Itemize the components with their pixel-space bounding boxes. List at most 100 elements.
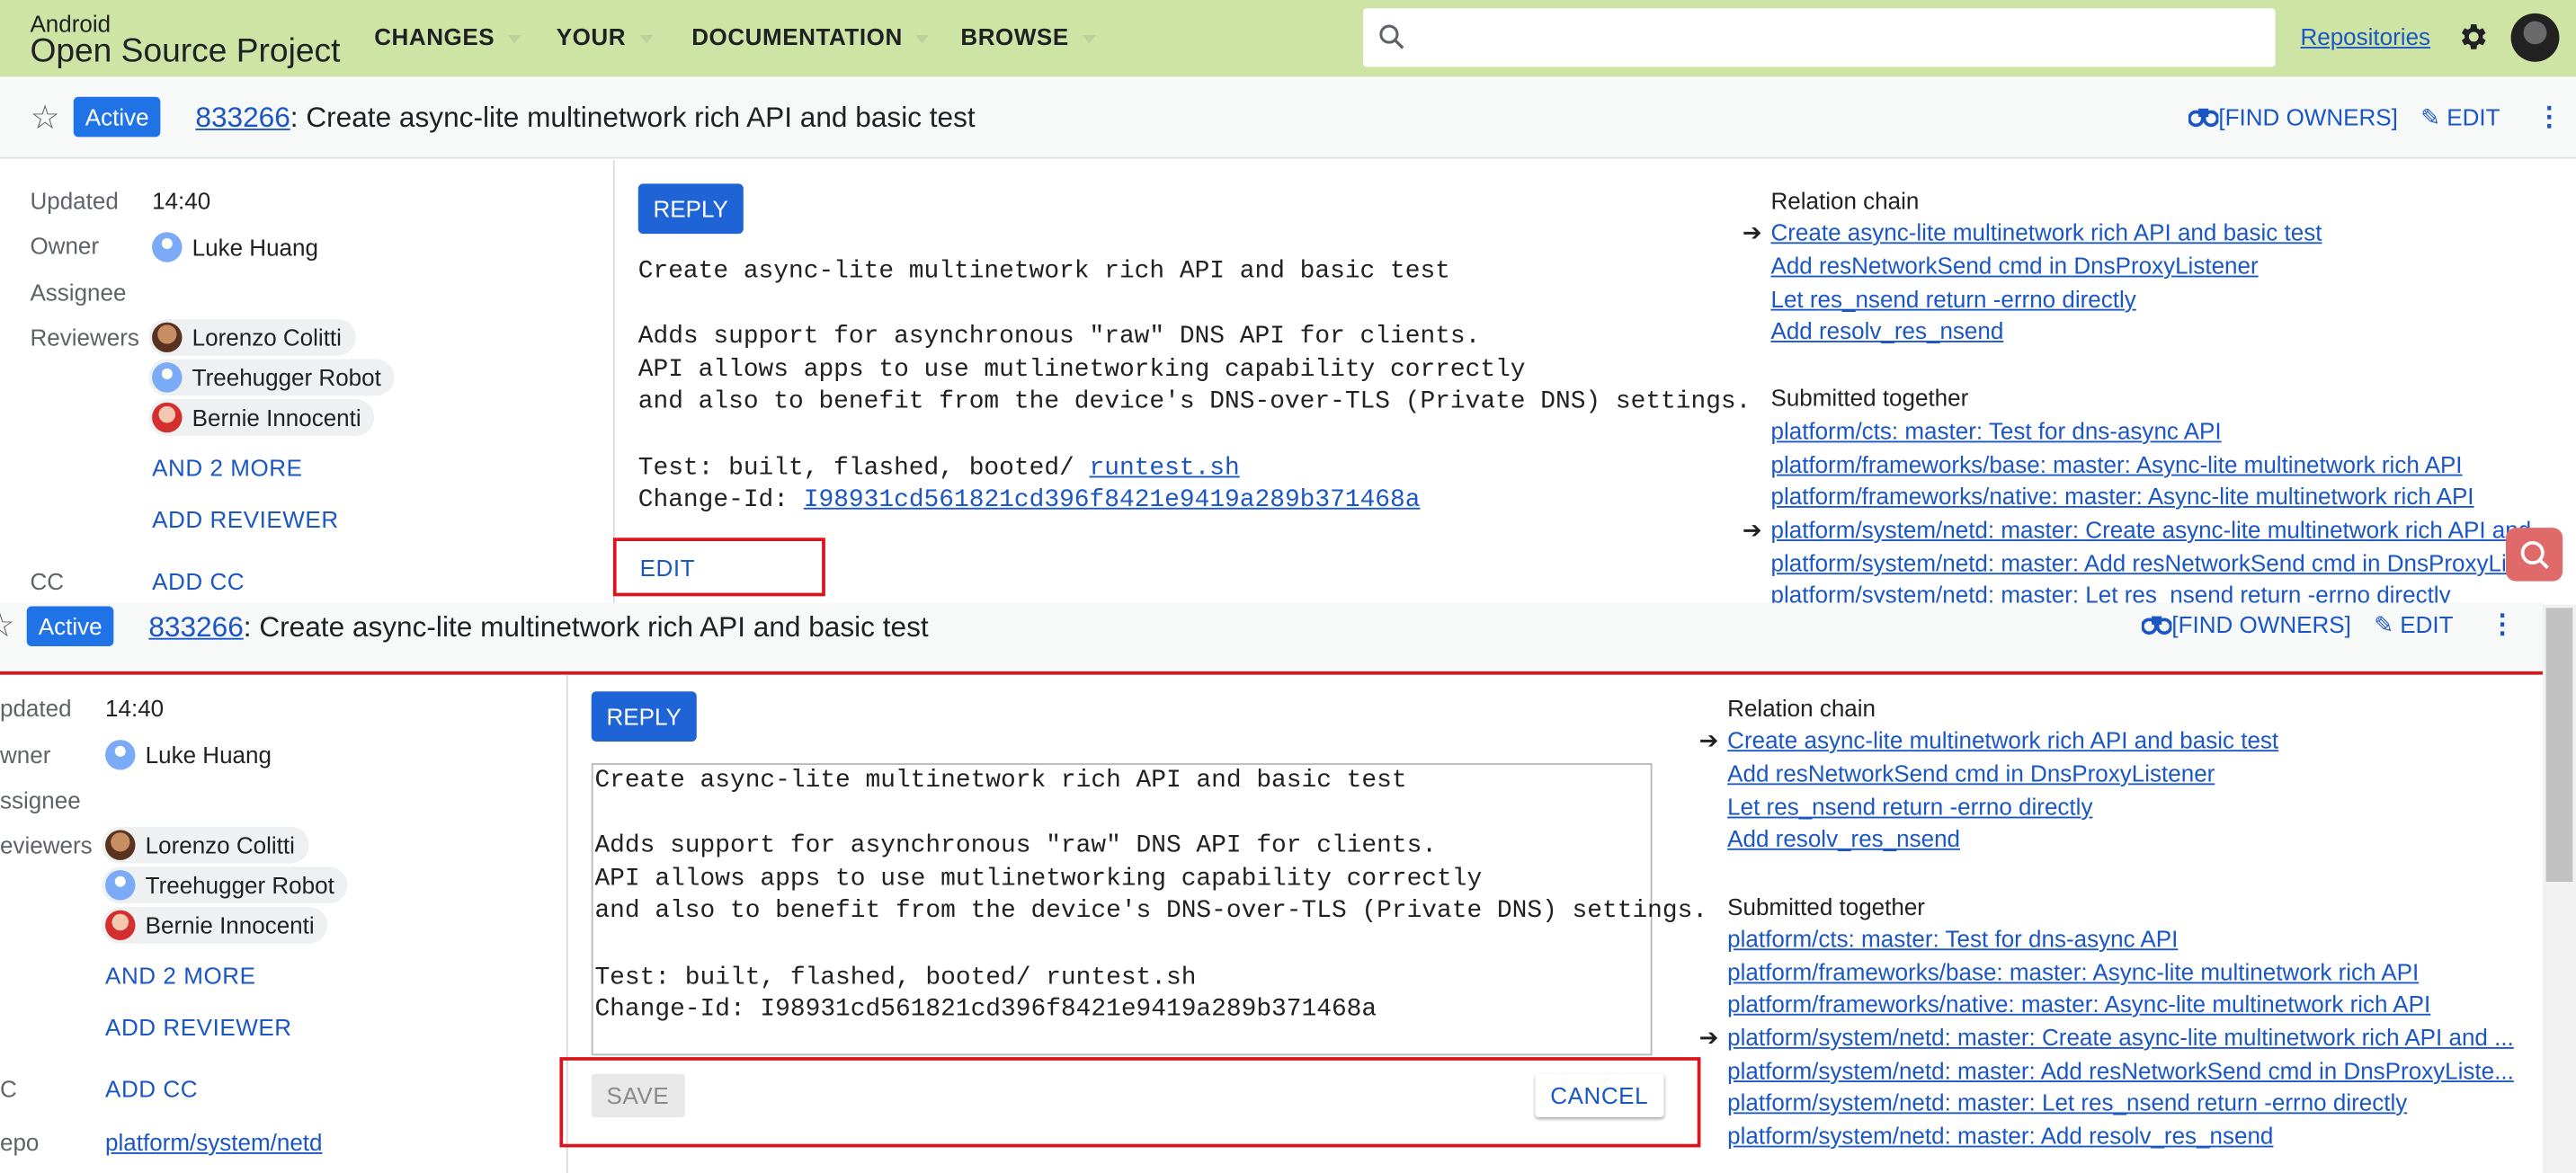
search-icon[interactable]	[2506, 528, 2563, 582]
reply-button[interactable]: REPLY	[637, 183, 744, 235]
relation-item[interactable]: Add resolv_res_nsend	[1727, 825, 1960, 852]
arrow-right-icon: ➔	[1742, 516, 1762, 543]
runtest-link[interactable]: runtest.sh	[1090, 454, 1240, 483]
relation-item[interactable]: Let res_nsend return -errno directly	[1727, 794, 2092, 821]
nav-your-label: YOUR	[556, 23, 627, 50]
submitted-together-heading: Submitted together	[1770, 384, 1969, 412]
nav-documentation[interactable]: DOCUMENTATION	[691, 23, 930, 50]
reviewer-chip[interactable]: Bernie Innocenti	[102, 906, 328, 944]
reviewers-label: eviewers	[0, 831, 93, 859]
owner-label: wner	[0, 741, 51, 769]
owner-value[interactable]: Luke Huang	[192, 234, 318, 261]
reply-button[interactable]: REPLY	[591, 691, 697, 742]
submitted-item[interactable]: platform/system/netd: master: Create asy…	[1770, 516, 2531, 543]
change-number-link[interactable]: 833266	[148, 611, 243, 643]
edit-button[interactable]: ✎ EDIT	[2374, 611, 2453, 640]
and-more-button[interactable]: AND 2 MORE	[105, 962, 255, 989]
nav-your[interactable]: YOUR	[557, 23, 653, 50]
highlight-underline	[0, 671, 2554, 675]
submitted-item[interactable]: platform/system/netd: master: Create asy…	[1727, 1024, 2514, 1051]
submitted-item[interactable]: platform/system/netd: master: Add resNet…	[1727, 1057, 2514, 1084]
commit-body-line: API allows apps to use mutlinetworking c…	[594, 865, 1483, 893]
search-input[interactable]	[1363, 8, 2276, 67]
add-cc-button[interactable]: ADD CC	[105, 1076, 198, 1103]
edit-button[interactable]: ✎ EDIT	[2420, 103, 2500, 132]
more-vert-icon[interactable]: ⋮	[2536, 100, 2563, 133]
pencil-icon: ✎	[2374, 611, 2394, 638]
submitted-item[interactable]: platform/frameworks/base: master: Async-…	[1727, 958, 2419, 985]
edit-label: EDIT	[2447, 103, 2500, 130]
submitted-item[interactable]: platform/cts: master: Test for dns-async…	[1770, 418, 2221, 445]
find-owners-button[interactable]: [FIND OWNERS]	[2188, 103, 2398, 130]
change-title: 833266: Create async-lite multinetwork r…	[148, 611, 928, 644]
brand-open-source-project[interactable]: Open Source Project	[30, 33, 340, 72]
submitted-item[interactable]: platform/frameworks/base: master: Async-…	[1770, 451, 2462, 478]
avatar	[105, 830, 136, 860]
submitted-item[interactable]: platform/system/netd: master: Add resNet…	[1770, 549, 2550, 576]
commit-message: Create async-lite multinetwork rich API …	[638, 255, 1752, 517]
avatar[interactable]	[2510, 13, 2560, 62]
changeid-label: Change-Id:	[637, 485, 804, 515]
search-icon-glyph	[2520, 540, 2549, 570]
chevron-down-icon	[508, 34, 521, 43]
star-icon[interactable]: ☆	[0, 605, 15, 646]
avatar	[152, 322, 183, 353]
chevron-down-icon	[638, 34, 653, 43]
scrollbar-thumb[interactable]	[2545, 608, 2573, 883]
reviewer-chip[interactable]: Lorenzo Colitti	[102, 826, 308, 864]
submitted-item[interactable]: platform/frameworks/native: master: Asyn…	[1727, 991, 2430, 1017]
add-reviewer-button[interactable]: ADD REVIEWER	[152, 506, 339, 533]
nav-changes[interactable]: CHANGES	[374, 23, 521, 50]
repositories-link[interactable]: Repositories	[2300, 23, 2430, 50]
owner-value[interactable]: Luke Huang	[146, 742, 272, 769]
star-icon[interactable]: ☆	[30, 97, 59, 138]
and-more-button[interactable]: AND 2 MORE	[152, 454, 302, 481]
submitted-item[interactable]: platform/frameworks/native: master: Asyn…	[1770, 483, 2473, 510]
nav-browse[interactable]: BROWSE	[960, 23, 1096, 50]
submitted-item[interactable]: platform/cts: master: Test for dns-async…	[1727, 925, 2178, 952]
relation-item[interactable]: Create async-lite multinetwork rich API …	[1770, 218, 2322, 245]
assignee-label: Assignee	[30, 279, 127, 307]
add-reviewer-button[interactable]: ADD REVIEWER	[105, 1014, 292, 1041]
reviewer-chip[interactable]: Treehugger Robot	[102, 866, 348, 904]
status-badge: Active	[26, 606, 114, 647]
commit-body-line: Adds support for asynchronous "raw" DNS …	[637, 322, 1481, 351]
repo-link[interactable]: platform/system/netd	[105, 1129, 322, 1156]
reviewer-name: Bernie Innocenti	[145, 911, 315, 939]
arrow-right-icon: ➔	[1698, 1023, 1719, 1051]
status-badge: Active	[73, 96, 161, 138]
arrow-right-icon: ➔	[1698, 726, 1719, 753]
change-number-link[interactable]: 833266	[195, 102, 290, 133]
relation-chain-heading: Relation chain	[1770, 187, 1920, 214]
submitted-item[interactable]: platform/system/netd: master: Add resolv…	[1727, 1123, 2273, 1150]
highlight-box	[612, 538, 825, 597]
reviewer-chip[interactable]: Lorenzo Colitti	[148, 318, 355, 356]
binoculars-icon	[2188, 108, 2220, 128]
commit-subject: Create async-lite multinetwork rich API …	[637, 257, 1450, 286]
find-owners-button[interactable]: [FIND OWNERS]	[2141, 611, 2351, 638]
column-divider	[612, 160, 615, 603]
commit-subject: Create async-lite multinetwork rich API …	[594, 766, 1407, 795]
relation-item[interactable]: Let res_nsend return -errno directly	[1770, 286, 2135, 313]
relation-item[interactable]: Create async-lite multinetwork rich API …	[1727, 726, 2278, 753]
relation-item[interactable]: Add resNetworkSend cmd in DnsProxyListen…	[1727, 760, 2215, 786]
chevron-down-icon	[1082, 34, 1096, 43]
reviewer-name: Lorenzo Colitti	[192, 324, 342, 351]
relation-item[interactable]: Add resolv_res_nsend	[1770, 317, 2003, 344]
reviewer-name: Treehugger Robot	[145, 871, 334, 899]
more-vert-icon[interactable]: ⋮	[2489, 608, 2516, 641]
search-icon	[1379, 24, 1404, 49]
updated-label: Updated	[30, 187, 119, 214]
gear-icon[interactable]	[2456, 20, 2489, 53]
nav-documentation-label: DOCUMENTATION	[691, 23, 903, 50]
reviewer-chip[interactable]: Bernie Innocenti	[148, 399, 375, 436]
assignee-label: ssignee	[0, 786, 81, 813]
submitted-item[interactable]: platform/system/netd: master: Let res_ns…	[1727, 1089, 2407, 1115]
add-cc-button[interactable]: ADD CC	[152, 568, 245, 595]
nav-browse-label: BROWSE	[960, 23, 1069, 50]
commit-body-line: and also to benefit from the device's DN…	[637, 387, 1752, 417]
changeid-link[interactable]: I98931cd561821cd396f8421e9419a289b371468…	[804, 486, 1421, 515]
relation-item[interactable]: Add resNetworkSend cmd in DnsProxyListen…	[1770, 253, 2258, 280]
commit-message-textarea[interactable]: Create async-lite multinetwork rich API …	[594, 765, 1707, 1026]
reviewer-chip[interactable]: Treehugger Robot	[148, 359, 395, 396]
